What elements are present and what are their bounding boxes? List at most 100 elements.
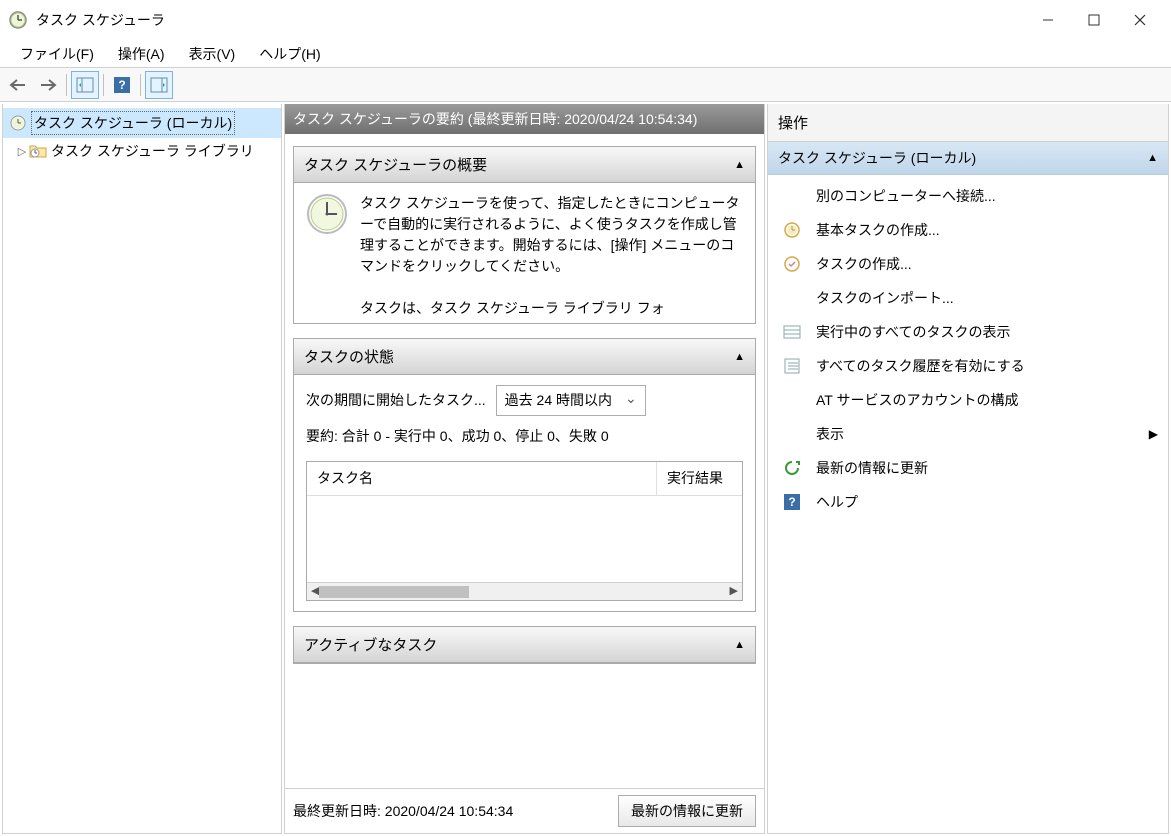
status-label: 次の期間に開始したタスク... [306, 390, 486, 411]
clock-icon [306, 193, 348, 235]
folder-clock-icon [29, 142, 47, 160]
show-hide-action-pane-button[interactable] [145, 71, 173, 99]
window-controls [1025, 4, 1163, 36]
menu-file[interactable]: ファイル(F) [8, 40, 106, 68]
scroll-left-icon[interactable]: ◀ [311, 583, 319, 600]
nav-back-button[interactable] [4, 71, 32, 99]
refresh-icon [782, 458, 802, 478]
summary-pane: タスク スケジューラの要約 (最終更新日時: 2020/04/24 10:54:… [284, 104, 765, 834]
active-tasks-title: アクティブなタスク [304, 634, 437, 655]
menu-help[interactable]: ヘルプ(H) [247, 40, 332, 68]
action-label: 基本タスクの作成... [816, 220, 940, 240]
summary-scroll-area[interactable]: タスク スケジューラの概要 ▲ タスク スケジューラを使って、指定したときにコン… [285, 134, 764, 788]
caret-up-icon: ▲ [734, 159, 745, 171]
caret-up-icon: ▲ [1147, 152, 1158, 164]
action-item-2[interactable]: タスクの作成... [768, 247, 1168, 281]
overview-header[interactable]: タスク スケジューラの概要 ▲ [294, 147, 755, 183]
overview-title: タスク スケジューラの概要 [304, 154, 487, 175]
overview-text2: タスクは、タスク スケジューラ ライブラリ フォ [360, 298, 743, 319]
action-label: AT サービスのアカウントの構成 [816, 390, 1019, 410]
overview-body: タスク スケジューラを使って、指定したときにコンピューターで自動的に実行されるよ… [294, 183, 755, 323]
separator-icon [103, 74, 104, 96]
task-table: タスク名 実行結果 ◀ ▶ [306, 461, 743, 601]
close-button[interactable] [1117, 4, 1163, 36]
actions-list: 別のコンピューターへ接続... 基本タスクの作成... タスクの作成... タスクのイ… [768, 175, 1168, 523]
action-item-1[interactable]: 基本タスクの作成... [768, 213, 1168, 247]
nav-forward-button[interactable] [34, 71, 62, 99]
status-body: 次の期間に開始したタスク... 過去 24 時間以内 要約: 合計 0 - 実行… [294, 375, 755, 611]
scroll-right-icon[interactable]: ▶ [730, 583, 738, 600]
action-label: タスクの作成... [816, 254, 912, 274]
action-item-9[interactable]: ? ヘルプ [768, 485, 1168, 519]
action-label: タスクのインポート... [816, 288, 954, 308]
help-icon: ? [782, 492, 802, 512]
action-item-0[interactable]: 別のコンピューターへ接続... [768, 179, 1168, 213]
last-updated-label: 最終更新日時: 2020/04/24 10:54:34 [293, 801, 513, 821]
actions-section-header[interactable]: タスク スケジューラ (ローカル) ▲ [768, 142, 1168, 175]
actions-pane-title: 操作 [768, 104, 1168, 142]
col-task-result[interactable]: 実行結果 [657, 462, 742, 495]
active-tasks-section: アクティブなタスク ▲ [293, 626, 756, 664]
action-label: 最新の情報に更新 [816, 458, 928, 478]
actions-pane: 操作 タスク スケジューラ (ローカル) ▲ 別のコンピューターへ接続... 基本… [767, 104, 1169, 834]
action-label: 実行中のすべてのタスクの表示 [816, 322, 1010, 342]
col-task-name[interactable]: タスク名 [307, 462, 657, 495]
menu-view[interactable]: 表示(V) [177, 40, 248, 68]
table-body [307, 496, 742, 582]
overview-text: タスク スケジューラを使って、指定したときにコンピューターで自動的に実行されるよ… [360, 193, 743, 277]
action-item-6[interactable]: AT サービスのアカウントの構成 [768, 383, 1168, 417]
active-tasks-header[interactable]: アクティブなタスク ▲ [294, 627, 755, 663]
caret-up-icon: ▲ [734, 639, 745, 651]
menubar: ファイル(F) 操作(A) 表示(V) ヘルプ(H) [0, 40, 1171, 68]
action-label: 表示 [816, 424, 844, 444]
help-button[interactable]: ? [108, 71, 136, 99]
scroll-thumb[interactable] [319, 586, 469, 598]
chevron-right-icon: ▶ [1149, 427, 1158, 441]
svg-text:?: ? [788, 495, 795, 509]
action-item-4[interactable]: 実行中のすべてのタスクの表示 [768, 315, 1168, 349]
running-icon [782, 322, 802, 342]
action-item-7[interactable]: 表示 ▶ [768, 417, 1168, 451]
horizontal-scrollbar[interactable]: ◀ ▶ [307, 582, 742, 600]
svg-text:?: ? [118, 78, 125, 92]
actions-section-title: タスク スケジューラ (ローカル) [778, 148, 976, 168]
summary-footer: 最終更新日時: 2020/04/24 10:54:34 最新の情報に更新 [285, 788, 764, 833]
show-hide-console-tree-button[interactable] [71, 71, 99, 99]
caret-up-icon: ▲ [734, 351, 745, 363]
status-title: タスクの状態 [304, 346, 394, 367]
action-label: すべてのタスク履歴を有効にする [816, 356, 1025, 376]
blank-icon [782, 288, 802, 308]
action-item-8[interactable]: 最新の情報に更新 [768, 451, 1168, 485]
toolbar: ? [0, 68, 1171, 102]
action-label: ヘルプ [816, 492, 858, 512]
status-period-select[interactable]: 過去 24 時間以内 [496, 385, 646, 416]
table-header-row: タスク名 実行結果 [307, 462, 742, 496]
blank-icon [782, 186, 802, 206]
window-title: タスク スケジューラ [36, 10, 165, 30]
blank-icon [782, 424, 802, 444]
blank-icon [782, 390, 802, 410]
clock-icon [9, 114, 27, 132]
titlebar: タスク スケジューラ [0, 0, 1171, 40]
chevron-right-icon[interactable]: ▷ [15, 145, 29, 158]
maximize-button[interactable] [1071, 4, 1117, 36]
tree-library-label: タスク スケジューラ ライブラリ [51, 141, 254, 161]
basic-task-icon [782, 220, 802, 240]
tree-root-task-scheduler[interactable]: タスク スケジューラ (ローカル) [3, 108, 281, 138]
refresh-button[interactable]: 最新の情報に更新 [618, 795, 756, 827]
minimize-button[interactable] [1025, 4, 1071, 36]
main-container: タスク スケジューラ (ローカル) ▷ タスク スケジューラ ライブラリ タスク… [0, 102, 1171, 836]
tree-root-label: タスク スケジューラ (ローカル) [31, 111, 235, 135]
menu-action[interactable]: 操作(A) [106, 40, 177, 68]
overview-section: タスク スケジューラの概要 ▲ タスク スケジューラを使って、指定したときにコン… [293, 146, 756, 324]
action-item-3[interactable]: タスクのインポート... [768, 281, 1168, 315]
status-header[interactable]: タスクの状態 ▲ [294, 339, 755, 375]
app-clock-icon [8, 10, 28, 30]
action-label: 別のコンピューターへ接続... [816, 186, 996, 206]
separator-icon [66, 74, 67, 96]
action-item-5[interactable]: すべてのタスク履歴を有効にする [768, 349, 1168, 383]
summary-header: タスク スケジューラの要約 (最終更新日時: 2020/04/24 10:54:… [285, 104, 764, 134]
status-summary: 要約: 合計 0 - 実行中 0、成功 0、停止 0、失敗 0 [306, 426, 743, 447]
history-icon [782, 356, 802, 376]
tree-library[interactable]: ▷ タスク スケジューラ ライブラリ [3, 138, 281, 164]
